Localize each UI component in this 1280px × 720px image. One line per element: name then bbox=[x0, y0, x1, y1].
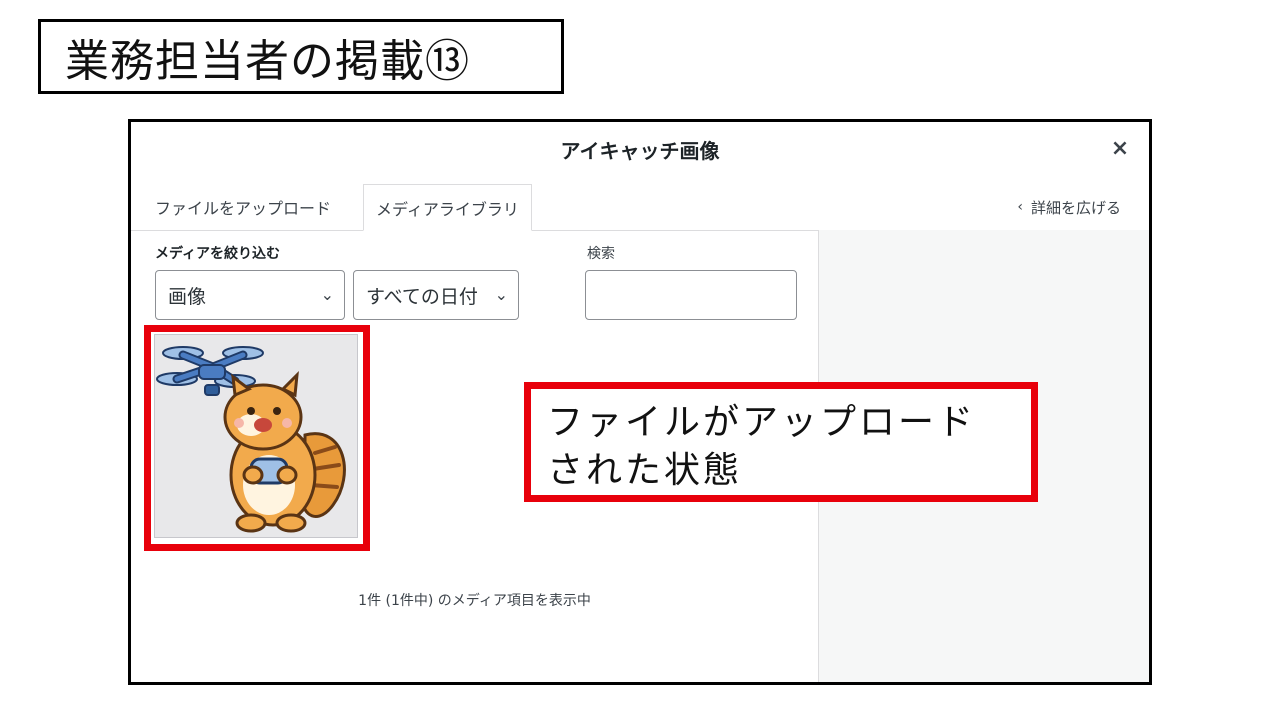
media-search-input[interactable] bbox=[585, 270, 797, 320]
slide-title: 業務担当者の掲載⑬ bbox=[38, 19, 564, 94]
media-type-value: 画像 bbox=[168, 285, 207, 308]
annotation-line-1: ファイルがアップロード bbox=[547, 402, 977, 443]
modal-header: アイキャッチ画像 bbox=[131, 122, 1149, 177]
close-icon[interactable]: × bbox=[1109, 138, 1131, 160]
modal-title: アイキャッチ画像 bbox=[560, 139, 720, 163]
date-filter-value: すべての日付 bbox=[366, 285, 478, 308]
annotation-line-2: された状態 bbox=[547, 450, 743, 491]
attachment-thumbnail[interactable] bbox=[154, 334, 358, 538]
expand-details-link[interactable]: ‹ 詳細を広げる bbox=[1017, 184, 1121, 230]
media-tabs: ファイルをアップロード メディアライブラリ ‹ 詳細を広げる bbox=[131, 184, 1149, 231]
expand-details-label: 詳細を広げる bbox=[1030, 198, 1121, 217]
media-type-select[interactable]: 画像 ⌄ bbox=[155, 270, 345, 320]
media-count-text: 1件 (1件中) のメディア項目を表示中 bbox=[358, 593, 591, 609]
date-filter-select[interactable]: すべての日付 ⌄ bbox=[353, 270, 519, 320]
tab-media-library[interactable]: メディアライブラリ bbox=[363, 184, 532, 231]
annotation-callout: ファイルがアップロード された状態 bbox=[524, 382, 1038, 502]
chevron-left-icon: ‹ bbox=[1017, 199, 1023, 215]
chevron-down-icon: ⌄ bbox=[320, 285, 334, 304]
tab-upload-files[interactable]: ファイルをアップロード bbox=[143, 184, 343, 230]
chevron-down-icon: ⌄ bbox=[494, 285, 508, 304]
squirrel-drone-image bbox=[155, 335, 357, 537]
filter-label: メディアを絞り込む bbox=[155, 246, 281, 262]
search-label: 検索 bbox=[587, 246, 615, 262]
